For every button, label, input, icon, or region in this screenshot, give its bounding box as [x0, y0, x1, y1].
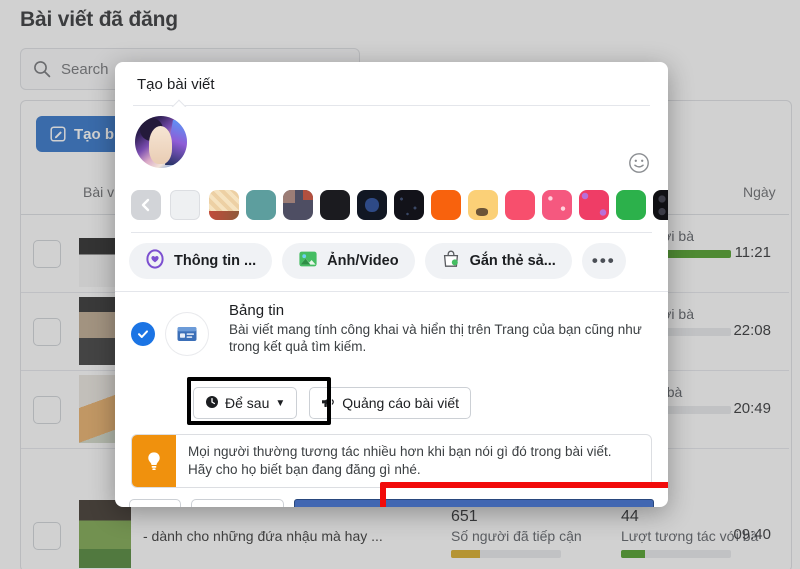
tip-box: Mọi người thường tương tác nhiều hơn khi… — [131, 434, 652, 488]
schedule-row: Để sau ▼ Quảng cáo bài viết — [115, 376, 668, 425]
destination-row[interactable]: Bảng tin Bài viết mang tính công khai và… — [115, 292, 668, 376]
dialog-title: Tạo bài viết — [137, 75, 215, 93]
tip-text: Mọi người thường tương tác nhiều hơn khi… — [188, 444, 612, 477]
page-title: Bài viết đã đăng — [20, 8, 178, 31]
action-photo-video[interactable]: Ảnh/Video — [282, 243, 415, 279]
row-checkbox[interactable] — [33, 396, 61, 424]
swatch-peach[interactable] — [468, 190, 498, 220]
life-event-heart-icon — [145, 249, 165, 273]
avatar — [135, 116, 187, 168]
swatch-teal[interactable] — [246, 190, 276, 220]
tag-product-bag-icon — [441, 249, 461, 273]
schedule-post-button[interactable]: Lên lịch đăng bài — [293, 499, 654, 507]
row-checkbox[interactable] — [33, 318, 61, 346]
post-time: 22:08 — [733, 322, 771, 339]
reach-stat: 651 Số người đã tiếp cận — [451, 508, 582, 558]
destination-text: Bảng tin Bài viết mang tính công khai và… — [229, 302, 652, 355]
swatch-back-arrow[interactable] — [131, 190, 161, 220]
photo-video-icon — [298, 249, 318, 273]
search-placeholder: Search — [61, 60, 109, 78]
create-post-label: Tạo b — [74, 125, 114, 143]
action-tag-product[interactable]: Gắn thẻ sả... — [424, 243, 572, 279]
gear-icon — [140, 506, 156, 507]
col-date: Ngày — [743, 184, 776, 200]
destination-description: Bài viết mang tính công khai và hiển thị… — [229, 322, 642, 354]
row-checkbox[interactable] — [33, 240, 61, 268]
lightbulb-icon — [132, 435, 176, 487]
dialog-header: Tạo bài viết — [115, 62, 668, 106]
col-post: Bài v — [83, 184, 115, 200]
boost-post-button[interactable]: Quảng cáo bài viết — [309, 387, 472, 419]
check-circle-icon — [131, 322, 155, 346]
swatch-pink-red[interactable] — [505, 190, 535, 220]
search-icon — [33, 60, 51, 78]
engagement-bar — [621, 550, 731, 558]
swatch-pink-hearts[interactable] — [542, 190, 572, 220]
preview-button[interactable]: Xem trước — [191, 499, 284, 507]
clock-icon — [205, 395, 219, 412]
pencil-square-icon — [50, 126, 66, 142]
settings-button[interactable]: ▼ — [129, 499, 181, 507]
action-label: Gắn thẻ sả... — [469, 253, 556, 269]
megaphone-icon — [321, 395, 336, 412]
swatch-navy-dot[interactable] — [357, 190, 387, 220]
later-label: Để sau — [225, 395, 270, 411]
post-thumbnail — [79, 500, 131, 568]
row-checkbox[interactable] — [33, 522, 61, 550]
swatch-plain-white[interactable] — [168, 188, 202, 222]
swatch-black-1[interactable] — [320, 190, 350, 220]
swatch-magenta-texture[interactable] — [579, 190, 609, 220]
screenshot-root: Bài viết đã đăng Search Tạo b Bài v Ngày… — [0, 0, 800, 569]
reach-bar — [451, 550, 561, 558]
chevron-down-icon: ▼ — [275, 397, 286, 409]
smiley-face-icon[interactable] — [628, 152, 650, 174]
more-options-button[interactable]: ••• — [581, 243, 626, 279]
swatch-black-speckle[interactable] — [394, 190, 424, 220]
swatch-beige-stripes[interactable] — [209, 190, 239, 220]
create-post-dialog: Tạo bài viết Thông tin ... Ảnh/Video Gắn… — [115, 62, 668, 507]
swatch-dark-slate-photo[interactable] — [283, 190, 313, 220]
post-title: - dành cho những đứa nhậu mà hay ... — [143, 528, 383, 544]
swatch-green[interactable] — [616, 190, 646, 220]
compose-area[interactable] — [115, 106, 668, 188]
newsfeed-card-icon — [165, 312, 209, 356]
background-swatch-strip[interactable] — [115, 188, 668, 232]
boost-label: Quảng cáo bài viết — [342, 395, 460, 411]
destination-title: Bảng tin — [229, 302, 285, 319]
dialog-footer: ▼ Xem trước Lên lịch đăng bài — [115, 482, 668, 507]
post-time: 09:40 — [733, 526, 771, 543]
attachment-actions: Thông tin ... Ảnh/Video Gắn thẻ sả... ••… — [115, 233, 668, 291]
action-label: Thông tin ... — [174, 253, 257, 269]
later-button[interactable]: Để sau ▼ — [193, 387, 298, 419]
swatch-black-hearts[interactable] — [653, 190, 668, 220]
post-time: 20:49 — [733, 400, 771, 417]
action-label: Ảnh/Video — [327, 253, 399, 269]
action-life-event[interactable]: Thông tin ... — [129, 243, 273, 279]
post-time: 11:21 — [734, 244, 771, 261]
swatch-orange[interactable] — [431, 190, 461, 220]
